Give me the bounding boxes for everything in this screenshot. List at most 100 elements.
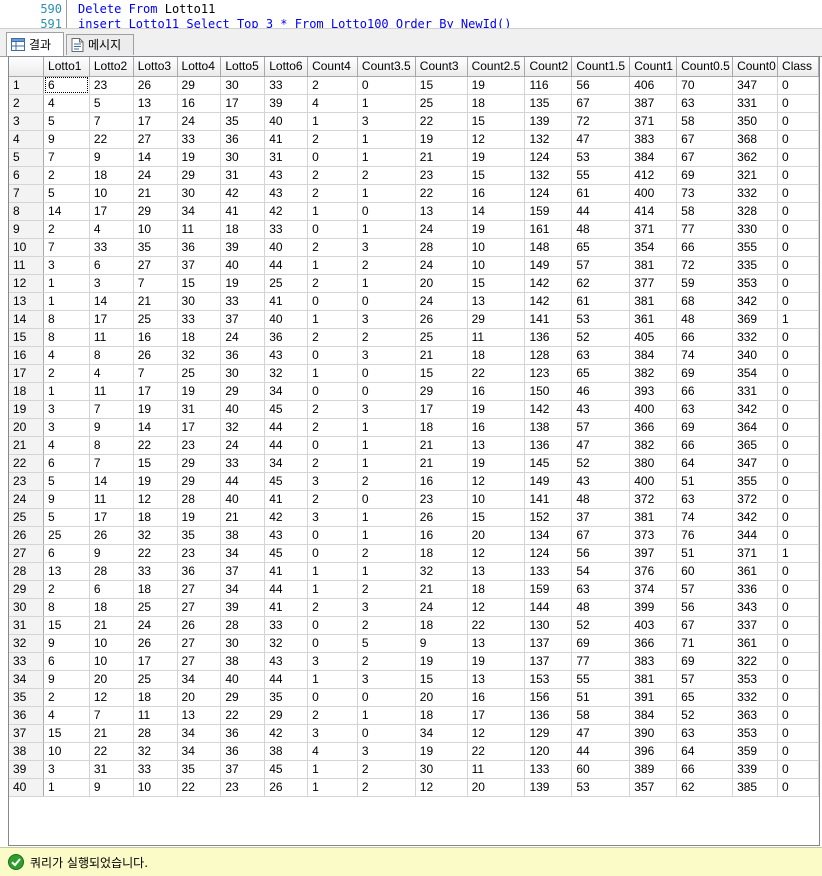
row-header[interactable]: 19	[9, 400, 45, 419]
grid-cell[interactable]: 25	[133, 670, 178, 689]
grid-cell[interactable]: 353	[732, 724, 779, 743]
grid-cell[interactable]: 0	[307, 634, 358, 653]
grid-cell[interactable]: 26	[133, 346, 178, 365]
grid-cell[interactable]: 321	[732, 166, 779, 185]
grid-cell[interactable]: 37	[220, 562, 266, 581]
grid-cell[interactable]: 27	[177, 598, 222, 617]
row-header[interactable]: 6	[9, 166, 45, 185]
grid-cell[interactable]: 24	[133, 166, 178, 185]
grid-cell[interactable]: 58	[571, 706, 631, 725]
results-grid[interactable]: Lotto1 Lotto2 Lotto3 Lotto4 Lotto5 Lotto6 Coun…	[8, 56, 820, 846]
grid-cell[interactable]: 34	[177, 724, 222, 743]
grid-cell[interactable]: 11	[89, 490, 134, 509]
grid-cell[interactable]: 59	[676, 274, 734, 293]
grid-cell[interactable]: 0	[307, 616, 358, 635]
grid-cell[interactable]: 331	[732, 94, 779, 113]
grid-cell[interactable]: 2	[307, 598, 358, 617]
grid-cell[interactable]: 1	[357, 436, 416, 455]
grid-cell[interactable]: 65	[571, 364, 631, 383]
grid-cell[interactable]: 24	[415, 220, 468, 239]
row-header[interactable]: 11	[9, 256, 45, 275]
grid-cell[interactable]: 19	[415, 742, 468, 761]
grid-cell[interactable]: 31	[220, 166, 266, 185]
grid-cell[interactable]: 20	[177, 688, 222, 707]
row-header[interactable]: 15	[9, 328, 45, 347]
grid-cell[interactable]: 14	[133, 418, 178, 437]
grid-cell[interactable]: 10	[89, 652, 134, 671]
grid-cell[interactable]: 337	[732, 616, 779, 635]
grid-cell[interactable]: 361	[732, 634, 779, 653]
grid-cell[interactable]: 156	[524, 688, 573, 707]
column-header[interactable]: Count0	[732, 57, 779, 77]
grid-cell[interactable]: 129	[524, 724, 573, 743]
grid-cell[interactable]: 3	[89, 274, 134, 293]
row-header[interactable]: 18	[9, 382, 45, 401]
grid-cell[interactable]: 139	[524, 778, 573, 797]
column-header[interactable]: Count4	[307, 57, 358, 77]
grid-cell[interactable]: 13	[415, 202, 468, 221]
grid-cell[interactable]: 141	[524, 490, 573, 509]
grid-cell[interactable]: 0	[307, 148, 358, 167]
grid-cell[interactable]: 13	[467, 634, 526, 653]
grid-cell[interactable]: 37	[177, 256, 222, 275]
grid-cell[interactable]: 23	[89, 76, 134, 95]
grid-cell[interactable]: 1	[307, 778, 358, 797]
grid-cell[interactable]: 3	[43, 760, 90, 779]
grid-cell[interactable]: 44	[264, 670, 309, 689]
grid-cell[interactable]: 77	[571, 652, 631, 671]
grid-cell[interactable]: 2	[357, 580, 416, 599]
grid-cell[interactable]: 2	[357, 166, 416, 185]
grid-cell[interactable]: 29	[177, 76, 222, 95]
grid-cell[interactable]: 26	[133, 634, 178, 653]
grid-cell[interactable]: 36	[220, 346, 266, 365]
grid-cell[interactable]: 36	[220, 724, 266, 743]
grid-cell[interactable]: 20	[467, 778, 526, 797]
grid-cell[interactable]: 2	[43, 166, 90, 185]
grid-cell[interactable]: 384	[629, 346, 678, 365]
grid-cell[interactable]: 8	[89, 346, 134, 365]
grid-cell[interactable]: 383	[629, 652, 678, 671]
grid-cell[interactable]: 0	[777, 328, 819, 347]
grid-cell[interactable]: 385	[732, 778, 779, 797]
grid-cell[interactable]: 36	[177, 562, 222, 581]
grid-cell[interactable]: 15	[43, 724, 90, 743]
grid-cell[interactable]: 25	[133, 310, 178, 329]
grid-cell[interactable]: 387	[629, 94, 678, 113]
grid-cell[interactable]: 330	[732, 220, 779, 239]
grid-cell[interactable]: 52	[571, 328, 631, 347]
grid-cell[interactable]: 0	[357, 76, 416, 95]
grid-cell[interactable]: 0	[777, 220, 819, 239]
grid-cell[interactable]: 389	[629, 760, 678, 779]
grid-cell[interactable]: 35	[177, 526, 222, 545]
grid-cell[interactable]: 38	[264, 742, 309, 761]
grid-cell[interactable]: 0	[777, 202, 819, 221]
grid-cell[interactable]: 24	[177, 112, 222, 131]
grid-cell[interactable]: 0	[777, 490, 819, 509]
grid-cell[interactable]: 12	[133, 490, 178, 509]
grid-cell[interactable]: 30	[220, 148, 266, 167]
grid-cell[interactable]: 29	[467, 310, 526, 329]
grid-cell[interactable]: 1	[307, 364, 358, 383]
grid-cell[interactable]: 0	[357, 724, 416, 743]
grid-cell[interactable]: 0	[777, 418, 819, 437]
grid-cell[interactable]: 22	[415, 184, 468, 203]
grid-cell[interactable]: 10	[133, 778, 178, 797]
grid-cell[interactable]: 77	[676, 220, 734, 239]
grid-cell[interactable]: 8	[43, 310, 90, 329]
grid-cell[interactable]: 35	[177, 760, 222, 779]
grid-cell[interactable]: 40	[264, 112, 309, 131]
grid-cell[interactable]: 16	[467, 184, 526, 203]
grid-cell[interactable]: 406	[629, 76, 678, 95]
grid-cell[interactable]: 21	[133, 292, 178, 311]
grid-cell[interactable]: 372	[732, 490, 779, 509]
grid-cell[interactable]: 67	[676, 130, 734, 149]
grid-cell[interactable]: 10	[89, 184, 134, 203]
grid-cell[interactable]: 3	[357, 742, 416, 761]
grid-cell[interactable]: 28	[133, 724, 178, 743]
grid-cell[interactable]: 27	[177, 634, 222, 653]
grid-cell[interactable]: 44	[571, 742, 631, 761]
grid-cell[interactable]: 0	[777, 238, 819, 257]
grid-cell[interactable]: 373	[629, 526, 678, 545]
grid-cell[interactable]: 124	[524, 184, 573, 203]
grid-cell[interactable]: 369	[732, 310, 779, 329]
